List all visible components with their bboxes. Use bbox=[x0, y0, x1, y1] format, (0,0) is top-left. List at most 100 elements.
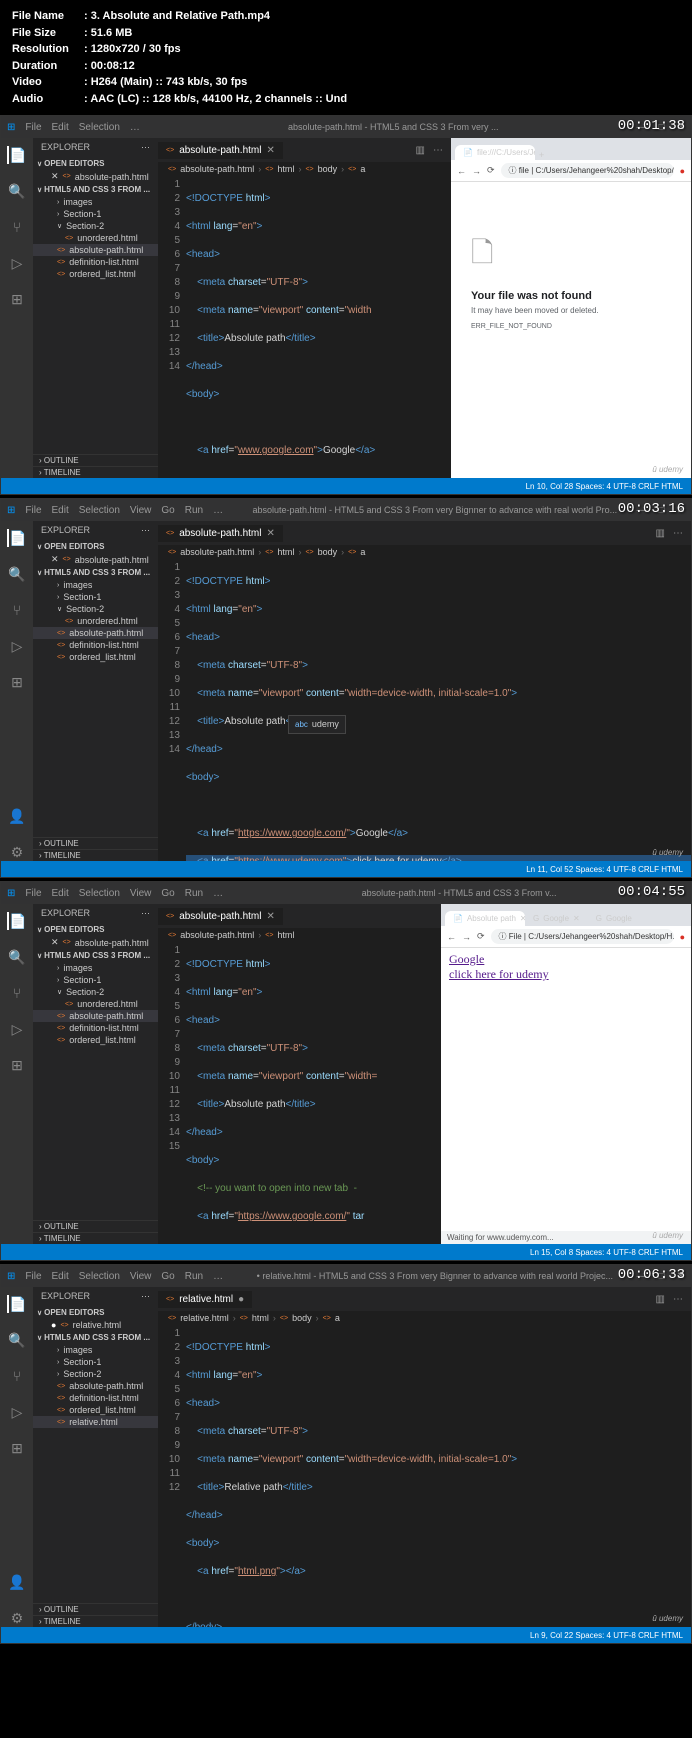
file-absolute[interactable]: <>absolute-path.html bbox=[33, 244, 158, 256]
menu-run[interactable]: Run bbox=[185, 888, 203, 899]
back-button[interactable]: ← bbox=[447, 932, 456, 942]
tab-close-icon[interactable]: ✕ bbox=[266, 528, 274, 539]
gear-icon[interactable]: ⚙ bbox=[8, 1609, 26, 1627]
account-icon[interactable]: 👤 bbox=[8, 807, 26, 825]
more-icon[interactable]: ⋯ bbox=[433, 145, 443, 156]
code-content[interactable]: <!DOCTYPE html> <html lang="en"> <head> … bbox=[186, 176, 451, 478]
menu-selection[interactable]: Selection bbox=[79, 1271, 120, 1282]
folder-images[interactable]: ›images bbox=[33, 196, 158, 208]
more-menu[interactable]: … bbox=[213, 888, 223, 899]
code-editor[interactable]: 1234567891011121314 <!DOCTYPE html> <htm… bbox=[158, 559, 691, 861]
tab-absolute[interactable]: <>absolute-path.html✕ bbox=[158, 908, 283, 925]
search-icon[interactable]: 🔍 bbox=[8, 182, 26, 200]
browser-tab-1[interactable]: 📄 Absolute path ✕ bbox=[445, 911, 525, 926]
explorer-icon[interactable]: 📄 bbox=[7, 529, 25, 547]
extensions-icon[interactable]: ⊞ bbox=[8, 673, 26, 691]
reload-button[interactable]: ⟳ bbox=[487, 165, 495, 176]
file-absolute[interactable]: <>absolute-path.html bbox=[33, 1380, 158, 1392]
more-icon[interactable]: ⋯ bbox=[673, 528, 683, 539]
source-control-icon[interactable]: ⑂ bbox=[8, 1367, 26, 1385]
more-icon[interactable]: ⋯ bbox=[141, 142, 150, 153]
open-editors-section[interactable]: ∨OPEN EDITORS bbox=[33, 540, 158, 553]
file-unordered[interactable]: <>unordered.html bbox=[33, 998, 158, 1010]
account-icon[interactable]: 👤 bbox=[8, 1573, 26, 1591]
file-ordered[interactable]: <>ordered_list.html bbox=[33, 1034, 158, 1046]
menu-file[interactable]: File bbox=[25, 888, 41, 899]
browser-tab-2[interactable]: G Google ✕ bbox=[525, 911, 588, 926]
menu-file[interactable]: File bbox=[25, 1271, 41, 1282]
tab-close-icon[interactable]: ✕ bbox=[266, 911, 274, 922]
folder-section2[interactable]: ∨Section-2 bbox=[33, 986, 158, 998]
open-editors-section[interactable]: ∨OPEN EDITORS bbox=[33, 923, 158, 936]
folder-images[interactable]: ›images bbox=[33, 579, 158, 591]
forward-button[interactable]: → bbox=[462, 932, 471, 942]
folder-section2[interactable]: ›Section-2 bbox=[33, 1368, 158, 1380]
tab-absolute[interactable]: <>absolute-path.html✕ bbox=[158, 525, 283, 542]
menu-selection[interactable]: Selection bbox=[79, 505, 120, 516]
source-control-icon[interactable]: ⑂ bbox=[8, 218, 26, 236]
tab-close-icon[interactable]: ✕ bbox=[266, 145, 274, 156]
open-editor-item[interactable]: ●<>relative.html bbox=[33, 1319, 158, 1331]
source-control-icon[interactable]: ⑂ bbox=[8, 601, 26, 619]
split-icon[interactable]: ▥ bbox=[416, 145, 425, 156]
more-menu[interactable]: … bbox=[213, 1271, 223, 1282]
link-google[interactable]: Google bbox=[449, 952, 683, 967]
menu-view[interactable]: View bbox=[130, 888, 152, 899]
status-bar[interactable]: Ln 11, Col 52 Spaces: 4 UTF-8 CRLF HTML bbox=[1, 861, 691, 877]
menu-run[interactable]: Run bbox=[185, 1271, 203, 1282]
menu-edit[interactable]: Edit bbox=[52, 505, 69, 516]
folder-section1[interactable]: ›Section-1 bbox=[33, 208, 158, 220]
more-menu[interactable]: … bbox=[130, 122, 140, 133]
status-bar[interactable]: Ln 9, Col 22 Spaces: 4 UTF-8 CRLF HTML bbox=[1, 1627, 691, 1643]
code-content[interactable]: <!DOCTYPE html> <html lang="en"> <head> … bbox=[186, 1325, 691, 1627]
file-relative[interactable]: <>relative.html bbox=[33, 1416, 158, 1428]
file-unordered[interactable]: <>unordered.html bbox=[33, 232, 158, 244]
open-editor-item[interactable]: ✕<>absolute-path.html bbox=[33, 553, 158, 566]
search-icon[interactable]: 🔍 bbox=[8, 1331, 26, 1349]
menu-run[interactable]: Run bbox=[185, 505, 203, 516]
search-icon[interactable]: 🔍 bbox=[8, 565, 26, 583]
debug-icon[interactable]: ▷ bbox=[8, 1403, 26, 1421]
tab-relative[interactable]: <>relative.html● bbox=[158, 1291, 252, 1308]
debug-icon[interactable]: ▷ bbox=[8, 637, 26, 655]
menu-file[interactable]: File bbox=[25, 505, 41, 516]
gear-icon[interactable]: ⚙ bbox=[8, 843, 26, 861]
open-editors-section[interactable]: ∨OPEN EDITORS bbox=[33, 1306, 158, 1319]
file-definition[interactable]: <>definition-list.html bbox=[33, 1392, 158, 1404]
folder-section1[interactable]: ›Section-1 bbox=[33, 1356, 158, 1368]
outline-panel[interactable]: › OUTLINE› TIMELINE bbox=[33, 837, 158, 861]
tab-modified-icon[interactable]: ● bbox=[238, 1294, 244, 1305]
project-section[interactable]: ∨HTML5 AND CSS 3 FROM ... bbox=[33, 949, 158, 962]
file-absolute[interactable]: <>absolute-path.html bbox=[33, 627, 158, 639]
open-editor-item[interactable]: ✕<>absolute-path.html bbox=[33, 170, 158, 183]
status-bar[interactable]: Ln 15, Col 8 Spaces: 4 UTF-8 CRLF HTML bbox=[1, 1244, 691, 1260]
breadcrumbs[interactable]: <>absolute-path.html› <>html› <>body› <>… bbox=[158, 162, 451, 176]
menu-selection[interactable]: Selection bbox=[79, 122, 120, 133]
outline-panel[interactable]: › OUTLINE› TIMELINE bbox=[33, 1220, 158, 1244]
status-bar[interactable]: Ln 10, Col 28 Spaces: 4 UTF-8 CRLF HTML bbox=[1, 478, 691, 494]
menu-go[interactable]: Go bbox=[161, 505, 174, 516]
extensions-icon[interactable]: ⊞ bbox=[8, 1056, 26, 1074]
source-control-icon[interactable]: ⑂ bbox=[8, 984, 26, 1002]
more-icon[interactable]: ⋯ bbox=[141, 1291, 150, 1302]
folder-section2[interactable]: ∨Section-2 bbox=[33, 603, 158, 615]
breadcrumbs[interactable]: <>absolute-path.html› <>html bbox=[158, 928, 441, 942]
file-ordered[interactable]: <>ordered_list.html bbox=[33, 1404, 158, 1416]
url-bar[interactable]: ⓘ file | C:/Users/Jehangeer%20shah/Deskt… bbox=[501, 163, 674, 178]
menu-file[interactable]: File bbox=[25, 122, 41, 133]
back-button[interactable]: ← bbox=[457, 166, 466, 176]
outline-panel[interactable]: › OUTLINE› TIMELINE bbox=[33, 1603, 158, 1627]
menu-view[interactable]: View bbox=[130, 1271, 152, 1282]
menu-go[interactable]: Go bbox=[161, 1271, 174, 1282]
split-icon[interactable]: ▥ bbox=[656, 1294, 665, 1305]
project-section[interactable]: ∨HTML5 AND CSS 3 FROM ... bbox=[33, 566, 158, 579]
outline-panel[interactable]: › OUTLINE› TIMELINE bbox=[33, 454, 158, 478]
folder-images[interactable]: ›images bbox=[33, 1344, 158, 1356]
browser-tab-3[interactable]: G Google bbox=[588, 911, 640, 926]
folder-section2[interactable]: ∨Section-2 bbox=[33, 220, 158, 232]
forward-button[interactable]: → bbox=[472, 166, 481, 176]
explorer-icon[interactable]: 📄 bbox=[7, 146, 25, 164]
file-absolute[interactable]: <>absolute-path.html bbox=[33, 1010, 158, 1022]
menu-edit[interactable]: Edit bbox=[52, 1271, 69, 1282]
code-editor[interactable]: 123456789101112 <!DOCTYPE html> <html la… bbox=[158, 1325, 691, 1627]
